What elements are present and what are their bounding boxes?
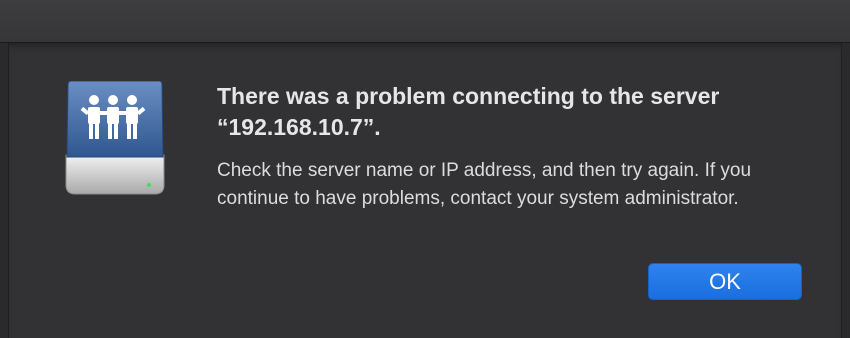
dialog-window: There was a problem connecting to the se… <box>0 0 850 338</box>
dialog-message: Check the server name or IP address, and… <box>217 160 752 209</box>
ok-button[interactable]: OK <box>648 263 802 300</box>
dialog-title: There was a problem connecting to the se… <box>217 83 720 140</box>
window-titlebar <box>0 0 850 43</box>
network-server-drive-icon <box>65 81 165 195</box>
